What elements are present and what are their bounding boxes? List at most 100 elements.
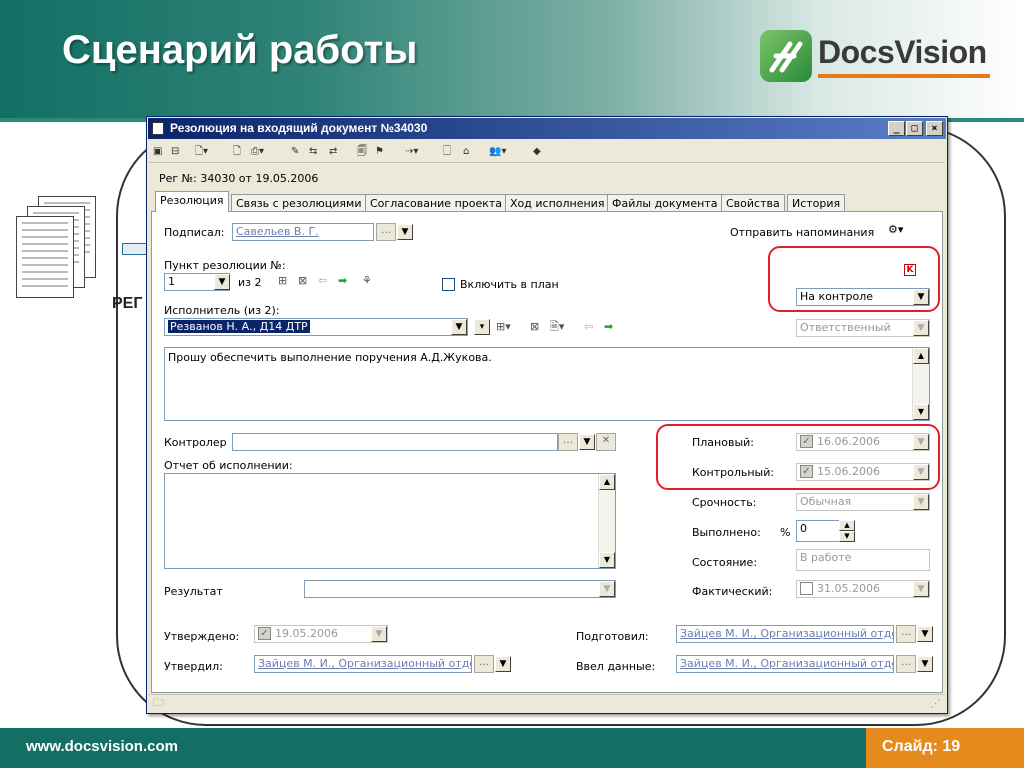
users-icon[interactable]: 👥▾	[489, 145, 506, 158]
result-dropdown[interactable]: ▼	[599, 581, 615, 597]
scroll-down-icon[interactable]: ▼	[599, 552, 615, 568]
slide-number: Слайд: 19	[866, 728, 1024, 768]
note-icon[interactable]: 🗌	[443, 145, 451, 158]
scroll-down-icon[interactable]: ▼	[913, 404, 929, 420]
tab-history[interactable]: История	[787, 194, 846, 212]
state-label: Состояние:	[692, 556, 758, 569]
scan-icon[interactable]: ⊟	[171, 145, 179, 158]
logo-text: DocsVision	[818, 34, 987, 70]
executor-value: Резванов Н. А., Д14 ДТР	[168, 320, 310, 333]
window-titlebar[interactable]: Резолюция на входящий документ №34030 _ …	[148, 118, 946, 139]
executor-role-select[interactable]: Ответственный	[796, 319, 930, 337]
controller-dropdown[interactable]: ▼	[579, 434, 595, 450]
next-executor-icon[interactable]: ➡	[604, 321, 613, 333]
flag-icon[interactable]: ⚑	[375, 145, 384, 158]
include-plan-checkbox[interactable]	[442, 278, 455, 291]
tab-resolution[interactable]: Резолюция	[155, 191, 229, 212]
executor-role-dropdown[interactable]: ▼	[913, 320, 929, 336]
actual-date-field[interactable]: 31.05.2006	[796, 580, 930, 598]
actual-dropdown[interactable]: ▼	[913, 581, 929, 597]
logo-underline	[818, 74, 990, 78]
scroll-up-icon[interactable]: ▲	[599, 474, 615, 490]
add-point-icon[interactable]: ⊞	[278, 275, 287, 287]
prepared-dropdown[interactable]: ▼	[917, 626, 933, 642]
controller-browse-button[interactable]: …	[558, 433, 578, 451]
scroll-up-icon[interactable]: ▲	[913, 348, 929, 364]
approver-field[interactable]: Зайцев М. И., Организационный отдел	[254, 655, 472, 673]
tab-resolution-links[interactable]: Связь с резолюциями	[231, 194, 367, 212]
prev-point-icon[interactable]: ⇦	[318, 275, 327, 287]
tab-properties[interactable]: Свойства	[721, 194, 785, 212]
controller-field[interactable]	[232, 433, 558, 451]
actual-checkbox[interactable]	[800, 582, 813, 595]
prepared-browse-button[interactable]: …	[896, 625, 916, 643]
window-title: Резолюция на входящий документ №34030	[170, 121, 428, 135]
new-document-icon[interactable]: 🗋▾	[195, 145, 208, 158]
urgency-label: Срочность:	[692, 496, 757, 509]
result-select[interactable]	[304, 580, 616, 598]
entered-dropdown[interactable]: ▼	[917, 656, 933, 672]
stepper-up-icon[interactable]: ▲	[839, 520, 855, 531]
send-reminder-link[interactable]: Отправить напоминания	[730, 226, 874, 239]
sub-point-icon[interactable]: ⚘	[362, 275, 372, 287]
resolution-point-dropdown[interactable]: ▼	[214, 274, 230, 290]
approver-dropdown[interactable]: ▼	[495, 656, 511, 672]
reply-icon[interactable]: ⇄	[329, 145, 337, 158]
signed-field[interactable]: Савельев В. Г.	[232, 223, 374, 241]
minimize-button[interactable]: _	[888, 121, 905, 136]
control-highlight	[768, 246, 940, 312]
entered-browse-button[interactable]: …	[896, 655, 916, 673]
maximize-button[interactable]: □	[906, 121, 923, 136]
next-point-icon[interactable]: ➡	[338, 275, 347, 287]
stepper-down-icon[interactable]: ▼	[839, 531, 855, 542]
tab-document-files[interactable]: Файлы документа	[607, 194, 723, 212]
report-textarea[interactable]: ▲ ▼	[164, 473, 616, 569]
tab-project-approval[interactable]: Согласование проекта	[365, 194, 508, 212]
approved-checkbox[interactable]: ✓	[258, 627, 271, 640]
edit-icon[interactable]: ✎	[291, 145, 299, 158]
forward-icon[interactable]: ⇆	[309, 145, 317, 158]
lock-icon[interactable]: ⌂	[463, 145, 469, 158]
reminder-icon[interactable]: ⚙▾	[888, 224, 903, 236]
route-icon[interactable]: ⇢▾	[405, 145, 418, 158]
prev-executor-icon[interactable]: ⇦	[584, 321, 593, 333]
book-icon[interactable]: ◆	[533, 145, 541, 158]
prepared-field[interactable]: Зайцев М. И., Организационный отдел	[676, 625, 894, 643]
attach-icon[interactable]: 🗐	[357, 145, 367, 158]
signed-browse-button[interactable]: …	[376, 223, 396, 241]
report-scrollbar[interactable]: ▲ ▼	[598, 474, 615, 568]
delete-point-icon[interactable]: ⊠	[298, 275, 307, 287]
of-total-label: из 2	[238, 276, 262, 289]
report-label: Отчет об исполнении:	[164, 459, 293, 472]
close-button[interactable]: ×	[926, 121, 943, 136]
urgency-dropdown[interactable]: ▼	[913, 494, 929, 510]
footer-url: www.docsvision.com	[26, 738, 178, 755]
delete-executor-icon[interactable]: ⊠	[530, 321, 539, 333]
signed-dropdown[interactable]: ▼	[397, 224, 413, 240]
dates-highlight	[656, 424, 940, 490]
add-executor-icon[interactable]: ⊞▾	[496, 321, 511, 333]
executor-dropdown[interactable]: ▼	[451, 319, 467, 335]
urgency-select[interactable]: Обычная	[796, 493, 930, 511]
page-icon[interactable]: 🗋	[233, 145, 241, 158]
task-scrollbar[interactable]: ▲ ▼	[912, 348, 929, 420]
print-icon[interactable]: ⎙▾	[251, 145, 264, 158]
docsvision-logo: DocsVision	[760, 30, 995, 86]
resize-grip-icon[interactable]: ⋰	[930, 698, 941, 710]
save-icon[interactable]: ▣	[153, 145, 162, 158]
approved-date-field[interactable]: 19.05.2006	[254, 625, 388, 643]
task-textarea[interactable]: Прошу обеспечить выполнение поручения А.…	[164, 347, 930, 421]
executor-menu-button[interactable]: ▾	[474, 319, 490, 335]
slide-title: Сценарий работы	[62, 28, 418, 72]
approved-dropdown[interactable]: ▼	[371, 626, 387, 642]
background-label: РЕГ	[112, 295, 143, 312]
slide-footer: www.docsvision.com Слайд: 19	[0, 728, 1024, 768]
entered-field[interactable]: Зайцев М. И., Организационный отдел	[676, 655, 894, 673]
done-label: Выполнено:	[692, 526, 761, 539]
executor-props-icon[interactable]: 🗎▾	[550, 321, 564, 333]
approver-browse-button[interactable]: …	[474, 655, 494, 673]
controller-clear-button[interactable]: ✕	[596, 433, 616, 451]
tab-execution-progress[interactable]: Ход исполнения	[505, 194, 610, 212]
executor-field[interactable]: Резванов Н. А., Д14 ДТР	[164, 318, 468, 336]
done-stepper[interactable]: 0	[796, 520, 840, 542]
